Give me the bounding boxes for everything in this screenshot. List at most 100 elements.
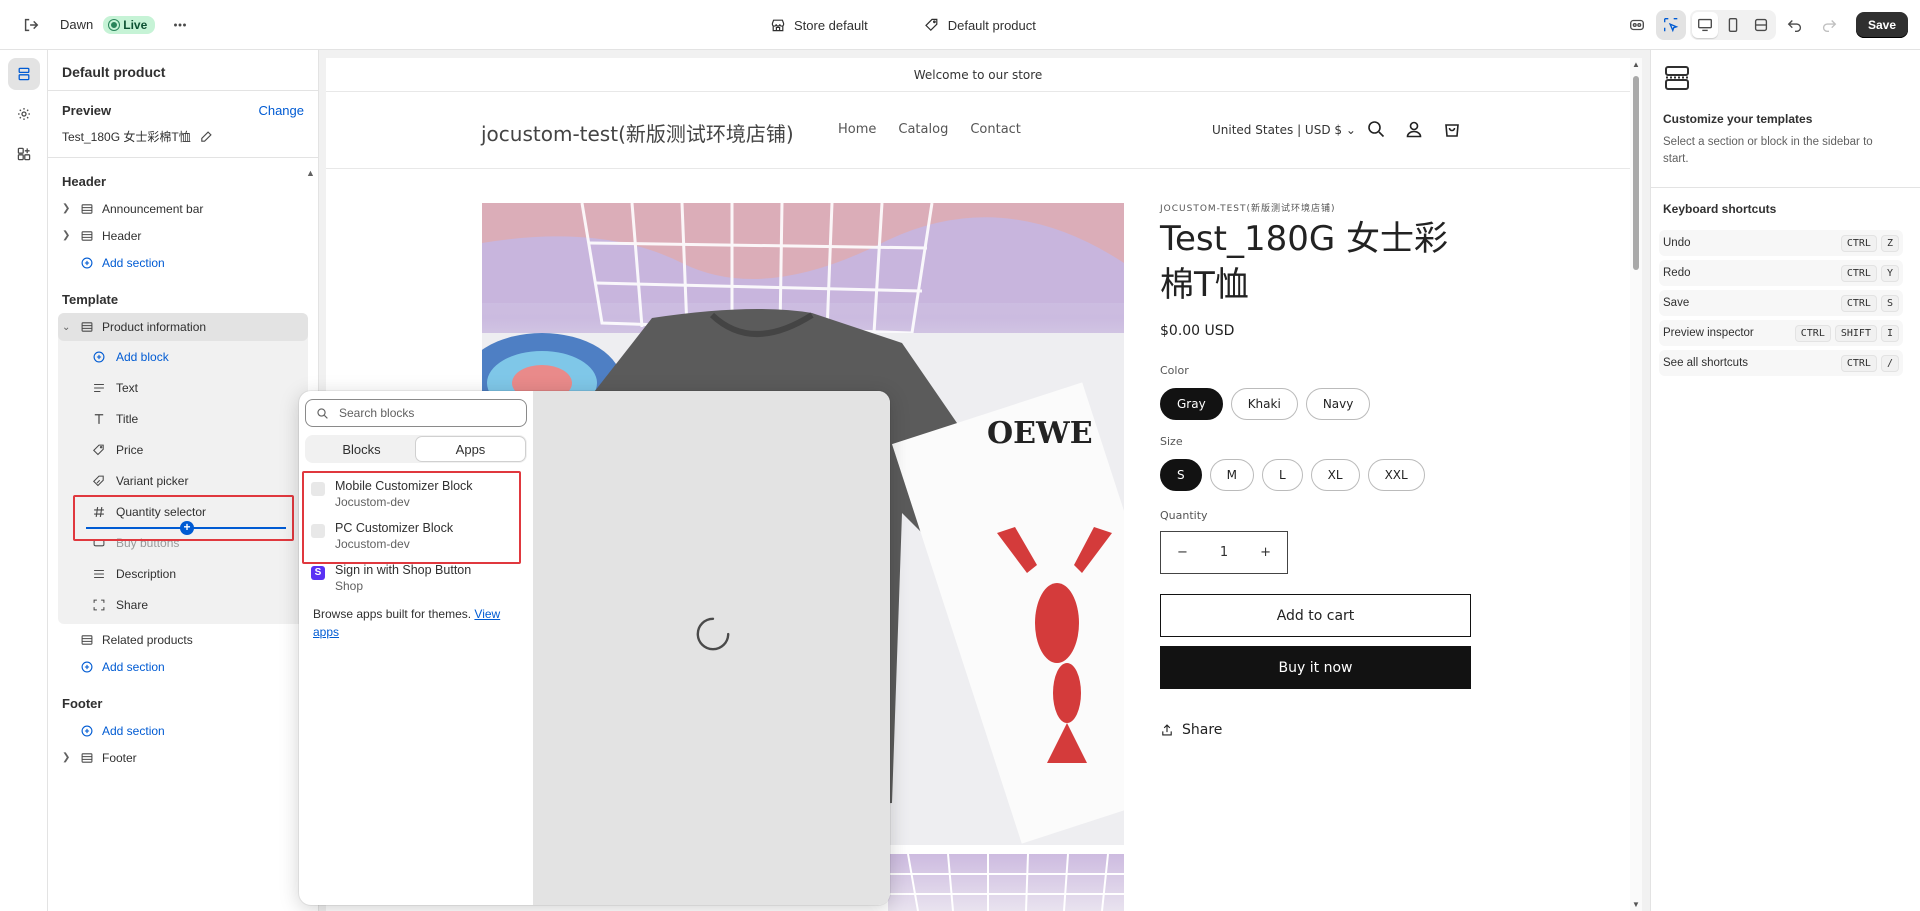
preview-scrollbar[interactable]: ▲ ▼ (1630, 58, 1642, 911)
add-to-cart-button[interactable]: Add to cart (1160, 594, 1471, 637)
key-cap: CTRL (1840, 264, 1877, 282)
color-options: Gray Khaki Navy (1160, 388, 1371, 420)
size-option-s[interactable]: S (1160, 459, 1202, 491)
app-embeds-icon[interactable] (8, 138, 40, 170)
nav-catalog[interactable]: Catalog (898, 122, 948, 137)
section-icon (80, 632, 96, 648)
size-option-m[interactable]: M (1209, 459, 1254, 491)
account-icon[interactable] (1404, 119, 1424, 139)
cart-icon[interactable] (1442, 119, 1462, 139)
redo-icon[interactable] (1814, 10, 1844, 40)
quantity-value[interactable]: 1 (1220, 545, 1228, 560)
product-price: $0.00 USD (1160, 323, 1235, 339)
shortcut-label: Preview inspector (1663, 327, 1754, 339)
drop-indicator-plus-icon[interactable]: + (180, 521, 194, 535)
change-link[interactable]: Change (258, 103, 304, 118)
exit-icon[interactable] (16, 10, 46, 40)
add-section-label: Add section (102, 723, 165, 738)
add-block-button[interactable]: Add block (58, 341, 308, 372)
minus-icon[interactable]: − (1177, 545, 1188, 560)
size-option-l[interactable]: L (1261, 459, 1303, 491)
template-selector[interactable]: Default product (924, 17, 1036, 33)
title-t-icon (92, 411, 108, 427)
scroll-down-arrow-icon[interactable]: ▼ (1632, 900, 1640, 909)
section-announcement-bar[interactable]: ❯ Announcement bar (48, 195, 318, 222)
section-icon (80, 201, 96, 217)
tab-apps[interactable]: Apps (416, 437, 525, 461)
search-placeholder: Search blocks (339, 406, 415, 420)
header-group-title: Header (62, 174, 107, 189)
desktop-icon[interactable] (1691, 12, 1718, 38)
color-option-navy[interactable]: Navy (1305, 388, 1371, 420)
thumbnail-photo (888, 854, 1124, 911)
store-default-selector[interactable]: Store default (770, 17, 868, 33)
locale-selector[interactable]: United States | USD $ ⌄ (1212, 123, 1356, 137)
store-logo[interactable]: jocustom-test(新版测试环境店铺) (481, 118, 794, 147)
block-price[interactable]: Price (58, 434, 308, 465)
scrollbar-thumb[interactable] (1633, 76, 1639, 270)
color-option-khaki[interactable]: Khaki (1230, 388, 1298, 420)
add-section-template-button[interactable]: Add section (48, 653, 318, 680)
block-text[interactable]: Text (58, 372, 308, 403)
block-preview-pane (533, 391, 890, 905)
app-name: Sign in with Shop Button (335, 563, 472, 577)
shortcut-keys: CTRL Y (1840, 264, 1899, 282)
keyboard-shortcuts-title: Keyboard shortcuts (1663, 202, 1777, 216)
add-section-footer-button[interactable]: Add section (48, 717, 318, 744)
sidebar: Default product Preview Change Test_180G… (48, 50, 319, 911)
text-lines-icon (92, 380, 108, 396)
section-header[interactable]: ❯ Header (48, 222, 318, 249)
save-button[interactable]: Save (1855, 12, 1908, 38)
fullscreen-icon[interactable] (1748, 12, 1774, 38)
locale-label: United States | USD $ (1212, 123, 1343, 137)
plus-icon[interactable]: + (1260, 545, 1271, 560)
search-icon[interactable] (1366, 119, 1386, 139)
section-icon (80, 750, 96, 766)
add-section-header-button[interactable]: Add section (48, 249, 318, 276)
scroll-up-arrow-icon[interactable]: ▲ (1632, 60, 1640, 69)
top-bar: Dawn Live Store default Default product (0, 0, 1920, 50)
block-variant-picker[interactable]: Variant picker (58, 465, 308, 496)
inspector-off-icon[interactable] (1622, 10, 1652, 40)
settings-gear-icon[interactable] (8, 98, 40, 130)
key-cap: S (1880, 294, 1899, 312)
section-related-products[interactable]: Related products (48, 626, 318, 653)
highlight-customizer-apps (302, 471, 521, 564)
mobile-icon[interactable] (1720, 12, 1746, 38)
block-label: Price (116, 442, 144, 457)
shortcut-label: Save (1663, 297, 1690, 309)
tag-icon (924, 18, 938, 32)
block-title[interactable]: Title (58, 403, 308, 434)
shortcut-keys: CTRL / (1840, 354, 1899, 372)
share-button[interactable]: Share (1160, 722, 1222, 738)
edit-pencil-icon[interactable] (199, 130, 213, 144)
block-share[interactable]: Share (58, 589, 308, 620)
size-option-xl[interactable]: XL (1310, 459, 1360, 491)
key-cap: Z (1880, 234, 1899, 252)
buy-it-now-button[interactable]: Buy it now (1160, 646, 1471, 689)
section-label: Product information (102, 320, 207, 334)
nav-contact[interactable]: Contact (970, 122, 1021, 137)
sections-icon[interactable] (8, 58, 40, 90)
shop-logo-icon: S (311, 566, 325, 580)
product-thumbnail[interactable] (888, 854, 1124, 911)
store-icon (771, 19, 785, 32)
inspector-select-icon[interactable] (1655, 10, 1686, 40)
preview-panel: Preview Change Test_180G 女士彩棉T恤 (48, 91, 318, 158)
nav-home[interactable]: Home (838, 122, 876, 137)
chevron-right-icon[interactable]: ❯ (62, 752, 76, 763)
size-option-xxl[interactable]: XXL (1367, 459, 1425, 491)
color-option-gray[interactable]: Gray (1160, 388, 1223, 420)
undo-icon[interactable] (1780, 10, 1810, 40)
search-blocks-input[interactable]: Search blocks (305, 399, 527, 427)
sidebar-scroll-up-icon[interactable]: ▲ (306, 168, 315, 178)
tab-blocks[interactable]: Blocks (307, 437, 416, 461)
chevron-right-icon[interactable]: ❯ (62, 203, 76, 214)
section-footer[interactable]: ❯ Footer (48, 744, 318, 771)
more-options-icon[interactable] (165, 10, 195, 40)
chevron-right-icon[interactable]: ❯ (62, 230, 76, 241)
section-product-information[interactable]: ⌄ Product information (58, 313, 308, 341)
add-section-label: Add section (102, 255, 165, 270)
chevron-down-icon[interactable]: ⌄ (62, 322, 76, 333)
block-description[interactable]: Description (58, 558, 308, 589)
